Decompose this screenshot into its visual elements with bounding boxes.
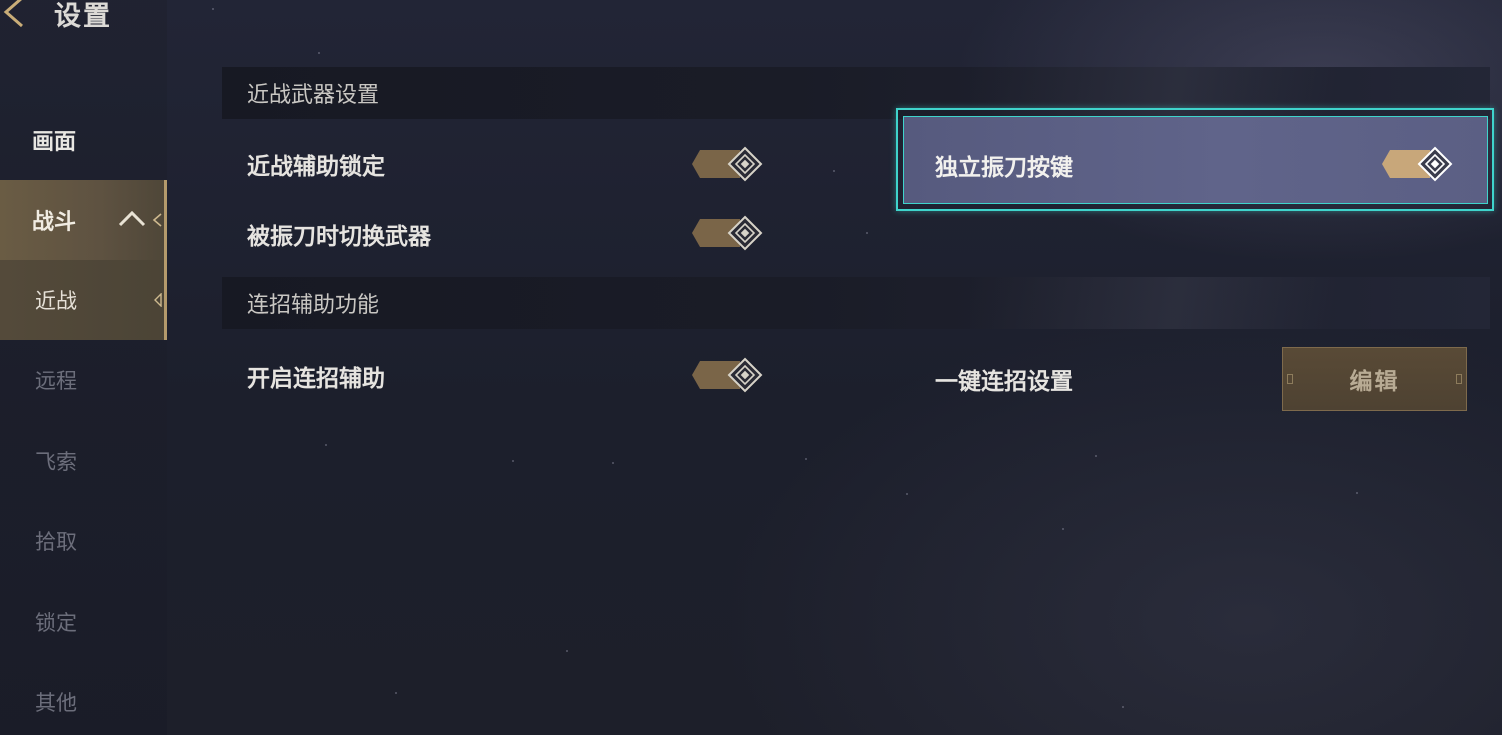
section-header-combo-assist: 连招辅助功能 <box>222 277 1490 329</box>
sidebar-item-label: 近战 <box>35 289 77 313</box>
sidebar-item-other[interactable]: 其他 <box>0 662 167 735</box>
enable-combo-assist-toggle[interactable] <box>690 356 764 394</box>
section-title: 近战武器设置 <box>247 83 380 108</box>
sidebar-item-label: 画面 <box>32 130 77 155</box>
setting-label-independent-parry-key: 独立振刀按键 <box>935 155 1073 181</box>
sidebar-item-label: 远程 <box>35 369 77 393</box>
button-ornament <box>1287 374 1293 384</box>
page-title: 设置 <box>54 1 112 32</box>
independent-parry-key-toggle[interactable] <box>1380 145 1454 183</box>
setting-label-switch-weapon-on-parry: 被振刀时切换武器 <box>247 224 431 250</box>
sidebar-item-label: 飞索 <box>35 450 77 474</box>
button-ornament <box>1456 374 1462 384</box>
side-pointer-icon <box>152 213 162 227</box>
sidebar-item-label: 战斗 <box>32 210 77 235</box>
edit-button[interactable]: 编辑 <box>1282 347 1467 411</box>
active-edge <box>164 260 167 340</box>
switch-weapon-on-parry-toggle[interactable] <box>690 214 764 252</box>
edit-button-label: 编辑 <box>1349 369 1400 395</box>
sidebar: 画面 战斗 近战 远程 飞索 拾取 锁定 其他 <box>0 0 167 735</box>
sidebar-item-label: 拾取 <box>35 530 77 554</box>
setting-label-enable-combo-assist: 开启连招辅助 <box>247 366 385 392</box>
section-title: 连招辅助功能 <box>247 293 380 318</box>
chevron-up-icon[interactable] <box>118 208 146 228</box>
setting-label-one-key-combo: 一键连招设置 <box>935 369 1073 395</box>
back-arrow-icon[interactable] <box>0 0 30 30</box>
sidebar-item-melee[interactable]: 近战 <box>0 260 167 340</box>
setting-label-melee-assist-lock: 近战辅助锁定 <box>247 154 385 180</box>
sidebar-item-combat[interactable]: 战斗 <box>0 180 167 260</box>
sidebar-item-lock[interactable]: 锁定 <box>0 582 167 662</box>
sidebar-item-pickup[interactable]: 拾取 <box>0 501 167 581</box>
sidebar-item-display[interactable]: 画面 <box>0 100 167 180</box>
sidebar-item-label: 锁定 <box>35 611 77 635</box>
sidebar-item-ranged[interactable]: 远程 <box>0 340 167 420</box>
side-pointer-icon <box>154 293 162 307</box>
top-bar: 设置 <box>0 0 400 40</box>
sidebar-item-grapple[interactable]: 飞索 <box>0 421 167 501</box>
header-decoration <box>970 277 1490 329</box>
active-edge <box>164 180 167 260</box>
sidebar-item-label: 其他 <box>35 691 77 715</box>
settings-screen: 画面 战斗 近战 远程 飞索 拾取 锁定 其他 设置 近战武器设置 近战辅助锁定… <box>0 0 1502 735</box>
melee-assist-lock-toggle[interactable] <box>690 145 764 183</box>
